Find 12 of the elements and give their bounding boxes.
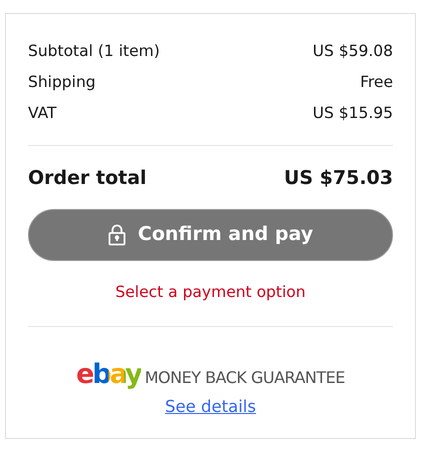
order-total-amount: US $75.03 <box>284 166 393 191</box>
summary-amount: US $59.08 <box>312 41 393 62</box>
see-details-link[interactable]: See details <box>165 397 256 416</box>
guarantee-text: MONEY BACK GUARANTEE <box>144 366 345 389</box>
summary-label: Shipping <box>28 72 96 93</box>
summary-label: Subtotal (1 item) <box>28 41 160 62</box>
error-message: Select a payment option <box>115 282 306 300</box>
summary-amount: Free <box>360 72 393 93</box>
order-total-label: Order total <box>28 166 147 191</box>
summary-amount: US $15.95 <box>312 103 393 124</box>
lock-icon <box>108 224 126 246</box>
summary-label: VAT <box>28 103 56 124</box>
